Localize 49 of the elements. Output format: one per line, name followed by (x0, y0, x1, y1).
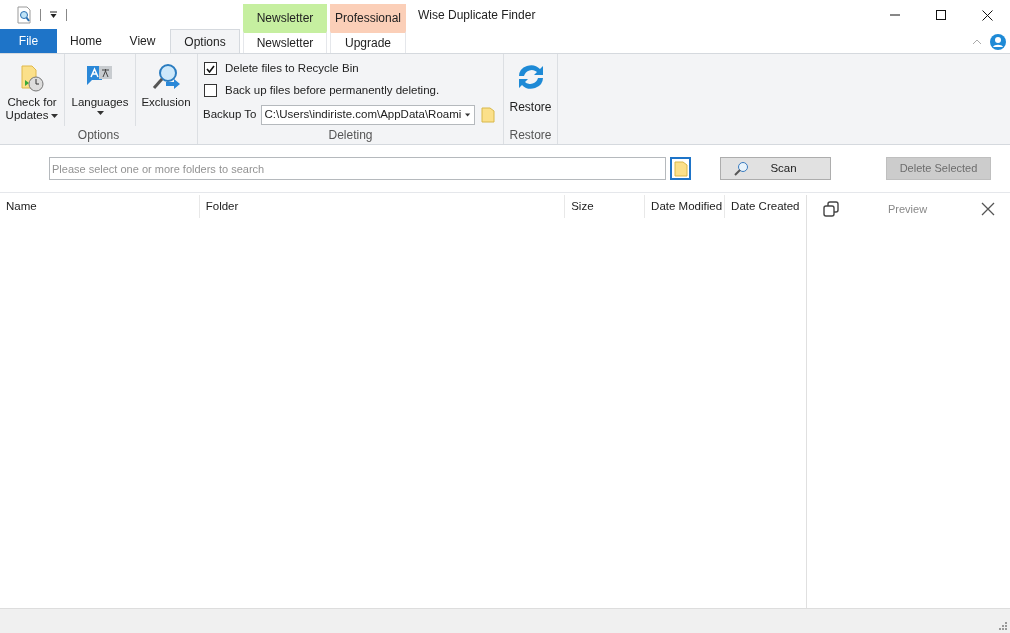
folder-icon (480, 106, 495, 123)
group-label: Deleting (327, 127, 374, 144)
column-header[interactable]: Date Modified (645, 195, 726, 218)
ribbon-button[interactable]: Exclusion (136, 56, 196, 115)
context-tab-header: Professional (330, 4, 406, 32)
user-account-icon (990, 33, 1006, 50)
ribbon-tab[interactable]: View (115, 29, 170, 53)
ribbon-tab[interactable]: Home (57, 29, 115, 53)
ribbon-tab[interactable]: File (0, 29, 57, 53)
resize-grip-icon (997, 620, 1007, 630)
checkbox[interactable] (204, 62, 217, 76)
group-label: Restore (508, 127, 553, 144)
copy-icon (822, 200, 840, 218)
column-header[interactable]: Name (0, 195, 200, 218)
close-preview-button[interactable] (981, 202, 995, 216)
close-icon (981, 202, 995, 216)
browse-folder-button[interactable] (670, 157, 691, 180)
customize-dropdown-icon (49, 10, 58, 19)
backup-path-dropdown[interactable]: C:\Users\indiriste.com\AppData\Roami (260, 104, 475, 125)
checkbox-label: Back up files before permanently deleting. (225, 83, 440, 99)
dropdown-caret-icon (465, 112, 471, 117)
copy-button[interactable] (822, 200, 840, 218)
minimize-icon (890, 14, 900, 16)
close-icon (981, 9, 993, 21)
column-header[interactable]: Date Created (725, 195, 806, 218)
column-header[interactable]: Folder (199, 195, 566, 218)
ribbon-tab[interactable]: Options (170, 29, 240, 53)
checkbox[interactable] (204, 84, 217, 98)
folder-icon (673, 160, 688, 177)
group-label: Options (76, 127, 121, 144)
collapse-ribbon-icon (972, 38, 982, 45)
checkbox-label: Delete files to Recycle Bin (225, 61, 359, 76)
context-tab-header: Newsletter (243, 4, 327, 32)
ribbon-tab[interactable]: Upgrade (330, 31, 406, 53)
ribbon-button[interactable]: Check for Updates (0, 56, 64, 122)
field-label: Backup To (203, 106, 257, 122)
search-icon (733, 160, 749, 177)
restore-button[interactable]: Restore (504, 54, 557, 126)
maximize-icon (936, 10, 946, 20)
window-title: Wise Duplicate Finder (418, 7, 536, 24)
magnifier-arrow-icon (150, 62, 182, 92)
folder-search-field[interactable]: Please select one or more folders to search (49, 157, 666, 180)
preview-label: Preview (888, 201, 929, 217)
column-header[interactable]: Size (565, 195, 646, 218)
ribbon-button[interactable]: Languages (65, 56, 135, 115)
ribbon-tab[interactable]: Newsletter (243, 31, 327, 53)
scan-button[interactable]: Scan (720, 157, 831, 180)
app-icon (16, 5, 32, 24)
checkmark-icon (206, 64, 215, 73)
